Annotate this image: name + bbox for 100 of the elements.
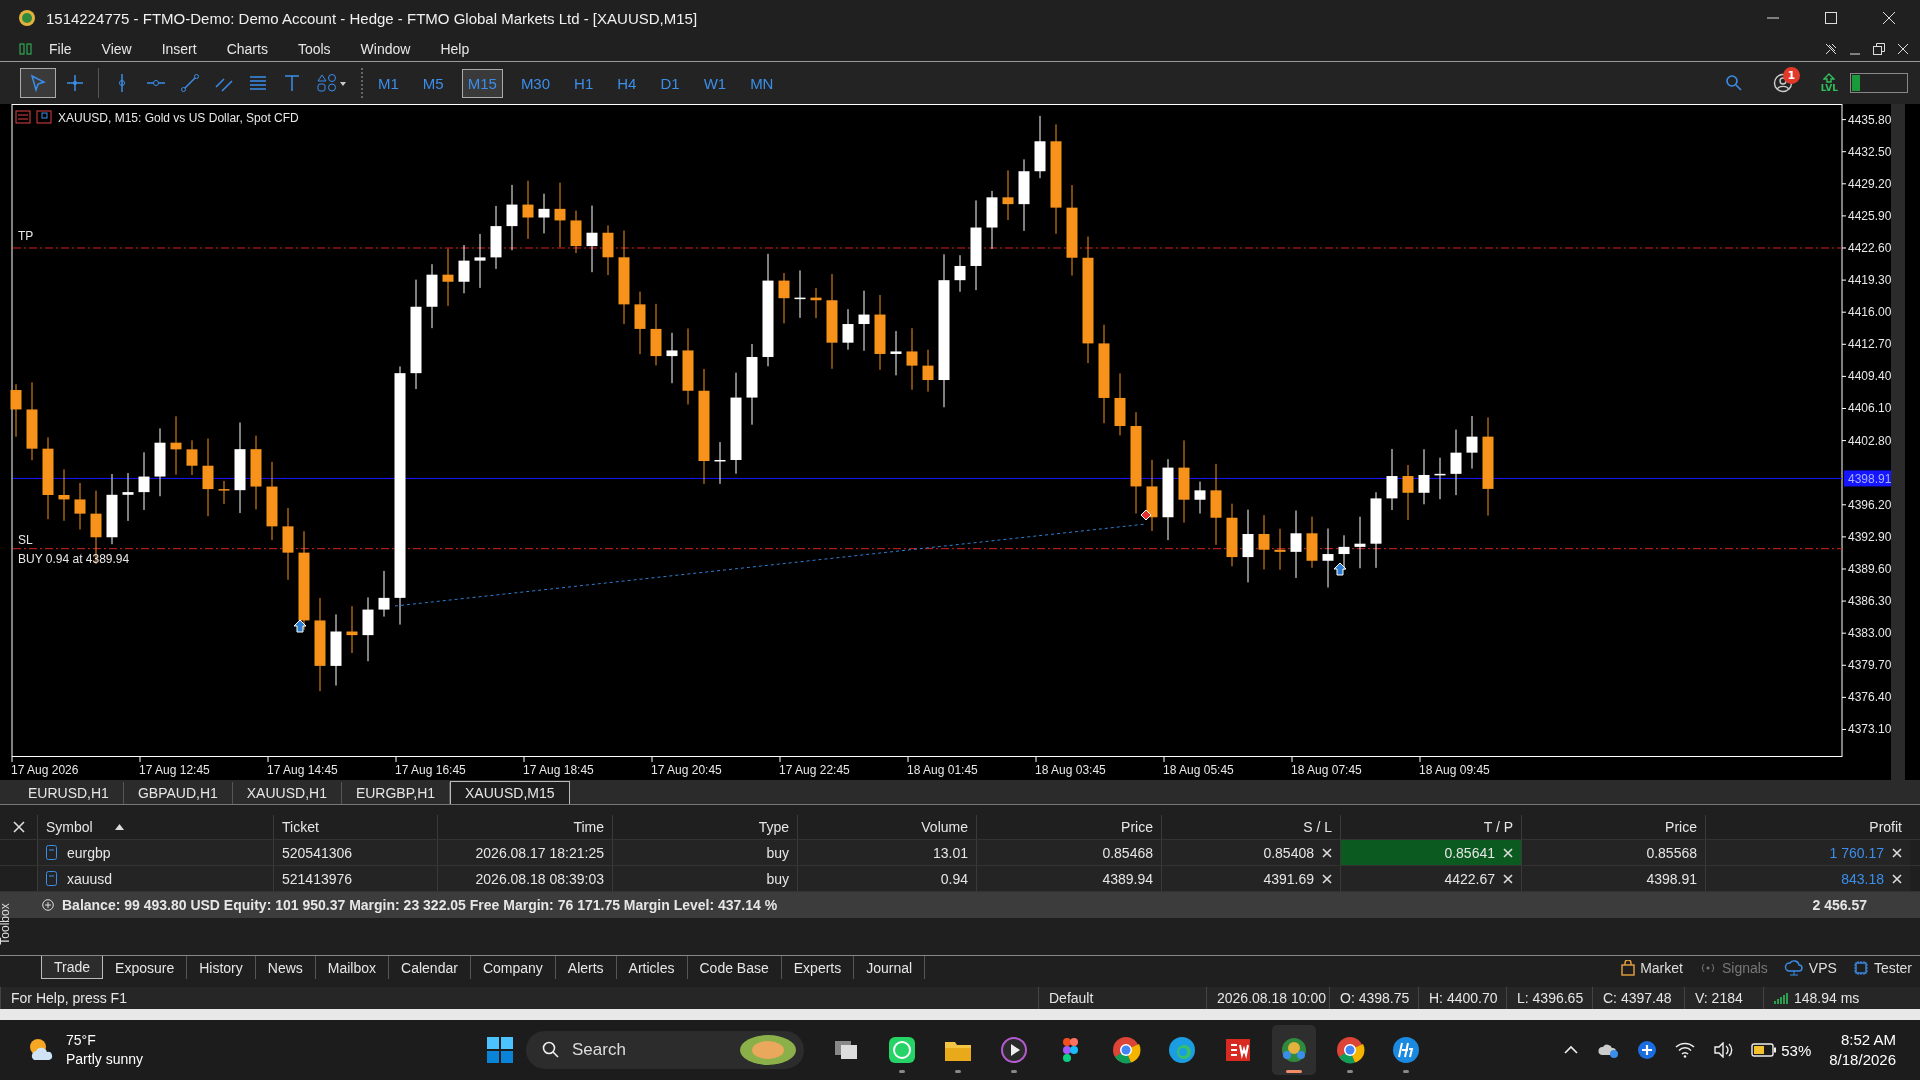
menu-item[interactable]: View — [86, 40, 147, 57]
menu-item[interactable]: Tools — [282, 40, 346, 57]
chart-tab[interactable]: GBPAUD,H1 — [123, 782, 233, 804]
price-tick-label: 4412.70 — [1848, 337, 1892, 352]
candlestick — [1034, 115, 1046, 179]
candlestick — [186, 439, 198, 476]
table-cell: 0.94 — [940, 870, 968, 887]
menu-item[interactable]: Window — [345, 40, 426, 57]
remove-icon[interactable] — [1503, 873, 1513, 884]
candlestick — [218, 480, 230, 505]
wifi-icon[interactable] — [1675, 1042, 1696, 1058]
crosshair-icon — [65, 73, 85, 93]
take-profit-cell: 4422.67 — [1340, 866, 1521, 891]
expand-icon[interactable] — [42, 899, 54, 911]
price-tick-label: 4409.40 — [1848, 369, 1892, 384]
candlestick — [474, 233, 486, 289]
candlestick — [1434, 457, 1446, 500]
plus-circle-icon[interactable] — [1637, 1040, 1658, 1060]
time-axis-label: 17 Aug 22:45 — [779, 763, 850, 777]
restore-icon[interactable] — [1872, 41, 1886, 56]
remove-icon[interactable] — [1322, 847, 1332, 858]
battery-icon[interactable] — [1751, 1043, 1778, 1057]
order-label: BUY 0.94 at 4389.94 — [18, 551, 130, 566]
battery-percent: 53% — [1781, 1041, 1812, 1059]
timeframe-button[interactable]: MN — [744, 68, 780, 98]
timeframe-button[interactable]: D1 — [654, 68, 686, 98]
timeframe-button[interactable]: H1 — [568, 68, 600, 98]
tp-label: TP — [18, 229, 34, 243]
close-icon[interactable] — [12, 821, 25, 833]
menu-item[interactable]: File — [34, 40, 87, 57]
close-icon[interactable] — [1896, 41, 1910, 56]
column-header[interactable]: Profit — [1705, 815, 1910, 839]
column-header[interactable]: Volume — [797, 815, 976, 839]
chart-window-icon[interactable] — [36, 110, 52, 124]
level-up-button[interactable]: LVL — [1820, 73, 1838, 93]
remove-icon[interactable] — [1322, 873, 1332, 884]
column-header[interactable]: Price — [976, 815, 1161, 839]
clock-time[interactable]: 8:52 AM — [1840, 1030, 1896, 1050]
candlestick — [810, 287, 822, 319]
chart-tab[interactable]: EURUSD,H1 — [14, 782, 124, 804]
price-tick-label: 4402.80 — [1848, 433, 1892, 448]
chart-tab[interactable]: XAUUSD,H1 — [232, 782, 342, 804]
pin-icon[interactable] — [1824, 41, 1838, 56]
menu-item[interactable]: Help — [425, 40, 485, 57]
market-button[interactable]: Market — [1613, 956, 1691, 979]
column-header[interactable]: S / L — [1161, 815, 1340, 839]
arrow-up-icon — [1823, 73, 1836, 83]
candlestick — [986, 190, 998, 250]
chevron-up-icon[interactable] — [1563, 1045, 1580, 1055]
volume-icon[interactable] — [1713, 1042, 1734, 1058]
price-tick-label: 4425.90 — [1848, 208, 1892, 223]
close-icon[interactable] — [1882, 11, 1896, 25]
price-tick-label: 4386.30 — [1848, 594, 1892, 609]
candlestick — [106, 473, 118, 545]
timeframe-button[interactable]: H4 — [611, 68, 643, 98]
table-cell: 843.18 — [1841, 870, 1884, 887]
chart-tab[interactable]: XAUUSD,M15 — [450, 781, 570, 804]
toolbox-tab[interactable]: Trade — [41, 956, 104, 979]
candlestick — [890, 330, 902, 376]
candlestick — [1194, 481, 1206, 515]
search-icon[interactable] — [1724, 74, 1743, 92]
menu-item[interactable]: Charts — [211, 40, 283, 57]
timeframe-button[interactable]: M1 — [372, 68, 405, 98]
start-icon[interactable] — [486, 1036, 514, 1064]
time-axis-label: 17 Aug 18:45 — [523, 763, 594, 777]
tester-button[interactable]: Tester — [1844, 956, 1920, 979]
timeframe-button[interactable]: M5 — [416, 68, 450, 98]
close-position-icon[interactable] — [1892, 873, 1902, 884]
metatrader-app-icon[interactable] — [1272, 1025, 1316, 1075]
column-header[interactable]: Type — [612, 815, 797, 839]
maximize-icon[interactable] — [1824, 11, 1838, 25]
price-tick-label: 4406.10 — [1848, 401, 1892, 416]
candlestick — [458, 244, 470, 294]
column-header[interactable]: T / P — [1340, 815, 1521, 839]
signal-bars-icon — [1774, 992, 1788, 1004]
table-cell: 2026.08.18 08:39:03 — [475, 870, 604, 887]
column-header[interactable]: Price — [1521, 815, 1705, 839]
search-field[interactable]: Search — [526, 1031, 804, 1069]
remove-icon[interactable] — [1503, 847, 1513, 858]
close-position-icon[interactable] — [1892, 847, 1902, 858]
candlestick — [586, 205, 598, 273]
account-icon[interactable] — [1772, 73, 1793, 93]
candlestick — [1290, 510, 1302, 579]
column-header[interactable]: Time — [437, 815, 612, 839]
table-cell: 13.01 — [932, 844, 968, 861]
vps-button[interactable]: VPS — [1775, 956, 1845, 979]
cursor-tool-button[interactable] — [20, 68, 56, 98]
column-header[interactable]: Symbol — [37, 815, 273, 839]
scrollbar[interactable] — [1891, 104, 1905, 780]
timeframe-button[interactable]: M30 — [514, 68, 557, 98]
timeframe-button[interactable]: W1 — [697, 68, 733, 98]
table-cell: eurgbp — [67, 844, 111, 861]
column-header[interactable]: Ticket — [273, 815, 437, 839]
candlestick — [506, 184, 518, 251]
menu-item[interactable]: Insert — [146, 40, 212, 57]
clock-date[interactable]: 8/18/2026 — [1829, 1050, 1896, 1070]
candlestick — [554, 182, 566, 248]
candlestick — [1114, 372, 1126, 436]
candlestick — [362, 596, 374, 662]
text-icon — [282, 73, 302, 93]
